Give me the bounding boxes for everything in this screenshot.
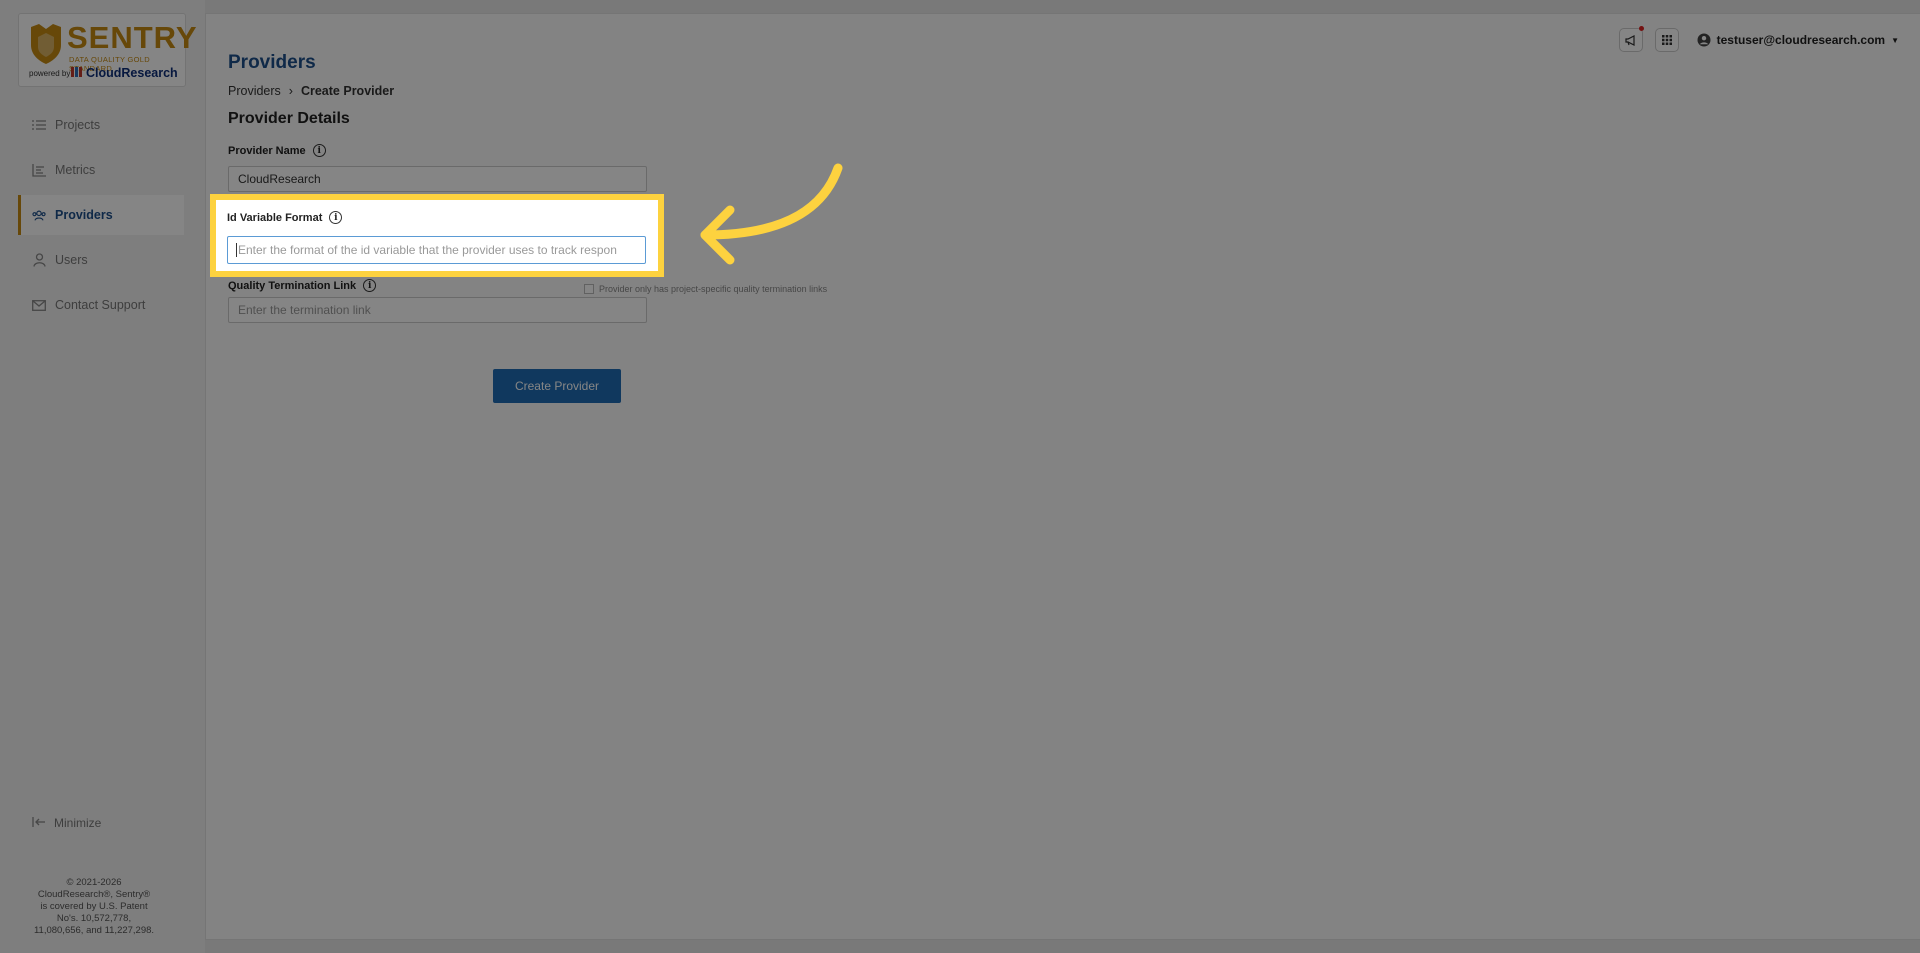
id-variable-format-label: Id Variable Format i: [227, 211, 343, 224]
info-icon[interactable]: i: [329, 211, 343, 224]
id-variable-format-label-text: Id Variable Format: [227, 211, 323, 224]
id-variable-format-input[interactable]: Enter the format of the id variable that…: [227, 236, 646, 264]
pointer-arrow-icon: [700, 163, 843, 265]
tutorial-overlay: [0, 0, 1920, 953]
highlight-box: Id Variable Format i Enter the format of…: [210, 194, 664, 277]
text-caret: [236, 243, 237, 257]
id-variable-format-placeholder: Enter the format of the id variable that…: [238, 243, 617, 257]
